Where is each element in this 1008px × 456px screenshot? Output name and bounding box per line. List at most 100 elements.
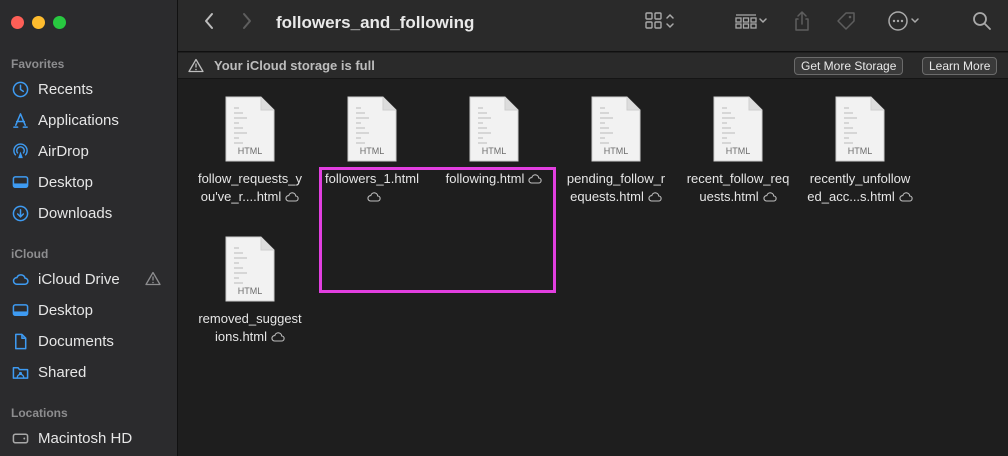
grid-view-icon	[645, 11, 665, 35]
tag-icon	[835, 10, 857, 37]
file-recent-follow-requests[interactable]: HTML recent_follow_req uests.html	[677, 96, 799, 207]
warning-icon	[188, 58, 204, 73]
file-pending-follow-requests[interactable]: HTML pending_follow_r equests.html	[555, 96, 677, 207]
sidebar-item-applications[interactable]: Applications	[11, 108, 171, 132]
view-mode-button[interactable]	[638, 10, 682, 36]
cloud-download-icon[interactable]	[271, 329, 285, 347]
window-controls	[11, 16, 66, 29]
sidebar-section-icloud: iCloud	[11, 247, 49, 261]
file-recently-unfollowed[interactable]: HTML recently_unfollow ed_acc...s.html	[799, 96, 921, 207]
file-grid: HTML follow_requests_y ou've_r....html HTML…	[178, 80, 1008, 456]
file-name-line: ions.html	[214, 329, 268, 344]
sidebar-item-label: Desktop	[38, 301, 94, 319]
sidebar-item-label: iCloud Drive	[38, 270, 120, 288]
sidebar-item-shared[interactable]: Shared	[11, 360, 171, 384]
file-name-line: following.html	[445, 171, 525, 186]
tag-button[interactable]	[834, 10, 858, 36]
disk-icon	[11, 429, 29, 447]
sidebar-item-label: Shared	[38, 363, 87, 381]
sidebar-item-downloads[interactable]: Downloads	[11, 201, 171, 225]
sidebar-item-airdrop[interactable]: AirDrop	[11, 139, 171, 163]
search-icon	[972, 11, 992, 36]
finder-window: Favorites Recents Applications AirDrop D…	[0, 0, 1008, 456]
file-name-line: ou've_r....html	[200, 189, 282, 204]
file-name: followers_1.html	[311, 170, 433, 207]
sidebar-section-locations: Locations	[11, 406, 68, 420]
sidebar-item-icloud-drive[interactable]: iCloud Drive	[11, 267, 171, 291]
desktop-icon	[11, 173, 29, 191]
cloud-download-icon[interactable]	[899, 189, 913, 207]
minimize-window-button[interactable]	[32, 16, 45, 29]
html-file-icon: HTML	[225, 236, 275, 302]
file-removed-suggestions[interactable]: HTML removed_suggest ions.html	[189, 236, 311, 347]
file-name: pending_follow_r equests.html	[555, 170, 677, 207]
file-name-line: ed_acc...s.html	[807, 189, 895, 204]
toolbar: followers_and_following	[178, 0, 1008, 52]
sidebar-item-label: Macintosh HD	[38, 429, 133, 447]
cloud-icon	[11, 270, 29, 288]
cloud-download-icon[interactable]	[285, 189, 299, 207]
cloud-download-icon[interactable]	[367, 189, 381, 207]
sidebar-item-macintosh-hd[interactable]: Macintosh HD	[11, 426, 171, 450]
ellipsis-circle-icon	[887, 10, 909, 37]
file-name-line: recent_follow_req	[686, 171, 790, 186]
sidebar-item-desktop[interactable]: Desktop	[11, 170, 171, 194]
sidebar-section-favorites: Favorites	[11, 57, 65, 71]
html-file-icon: HTML	[469, 96, 519, 162]
file-follow-requests[interactable]: HTML follow_requests_y ou've_r....html	[189, 96, 311, 207]
desktop-icon	[11, 301, 29, 319]
sidebar-item-label: AirDrop	[38, 142, 89, 160]
up-down-chevron-icon	[665, 12, 675, 35]
file-name-line: follow_requests_y	[197, 171, 303, 186]
file-type-label: HTML	[238, 146, 263, 156]
sidebar-item-documents[interactable]: Documents	[11, 329, 171, 353]
sidebar-item-label: Recents	[38, 80, 94, 98]
sidebar-item-recents[interactable]: Recents	[11, 77, 171, 101]
get-more-storage-button[interactable]: Get More Storage	[794, 57, 904, 75]
file-name: follow_requests_y ou've_r....html	[189, 170, 311, 207]
html-file-icon: HTML	[225, 96, 275, 162]
sidebar: Favorites Recents Applications AirDrop D…	[0, 0, 178, 456]
file-name: recently_unfollow ed_acc...s.html	[799, 170, 921, 207]
share-button[interactable]	[790, 10, 814, 36]
file-name: recent_follow_req uests.html	[677, 170, 799, 207]
sidebar-item-label: Downloads	[38, 204, 113, 222]
sidebar-item-icloud-desktop[interactable]: Desktop	[11, 298, 171, 322]
clock-icon	[11, 80, 29, 98]
zoom-window-button[interactable]	[53, 16, 66, 29]
file-type-label: HTML	[238, 286, 263, 296]
shared-folder-icon	[11, 363, 29, 381]
back-button[interactable]	[198, 10, 220, 36]
main-pane: followers_and_following Your iCloud stor…	[178, 0, 1008, 456]
sidebar-item-label: Desktop	[38, 173, 94, 191]
html-file-icon: HTML	[591, 96, 641, 162]
chevron-right-icon	[241, 12, 253, 35]
file-type-label: HTML	[726, 146, 751, 156]
file-name-line: equests.html	[570, 189, 644, 204]
chevron-down-icon	[757, 12, 769, 35]
close-window-button[interactable]	[11, 16, 24, 29]
download-icon	[11, 204, 29, 222]
search-button[interactable]	[970, 10, 994, 36]
file-name: following.html	[433, 170, 555, 189]
forward-button[interactable]	[236, 10, 258, 36]
file-type-label: HTML	[482, 146, 507, 156]
more-actions-button[interactable]	[882, 10, 926, 36]
chevron-down-icon	[909, 12, 921, 35]
group-by-button[interactable]	[730, 10, 774, 36]
file-name-line: followers_1.html	[325, 171, 419, 186]
file-name-line: removed_suggest	[198, 311, 302, 326]
applications-icon	[11, 111, 29, 129]
file-followers-1[interactable]: HTML followers_1.html	[311, 96, 433, 207]
file-name-line: pending_follow_r	[566, 171, 666, 186]
file-name-line: uests.html	[699, 189, 759, 204]
warning-icon	[145, 271, 161, 290]
file-name: removed_suggest ions.html	[189, 310, 311, 347]
learn-more-button[interactable]: Learn More	[922, 57, 998, 75]
cloud-download-icon[interactable]	[648, 189, 662, 207]
chevron-left-icon	[203, 12, 215, 35]
file-following[interactable]: HTML following.html	[433, 96, 555, 189]
cloud-download-icon[interactable]	[763, 189, 777, 207]
cloud-download-icon[interactable]	[528, 171, 543, 189]
html-file-icon: HTML	[835, 96, 885, 162]
